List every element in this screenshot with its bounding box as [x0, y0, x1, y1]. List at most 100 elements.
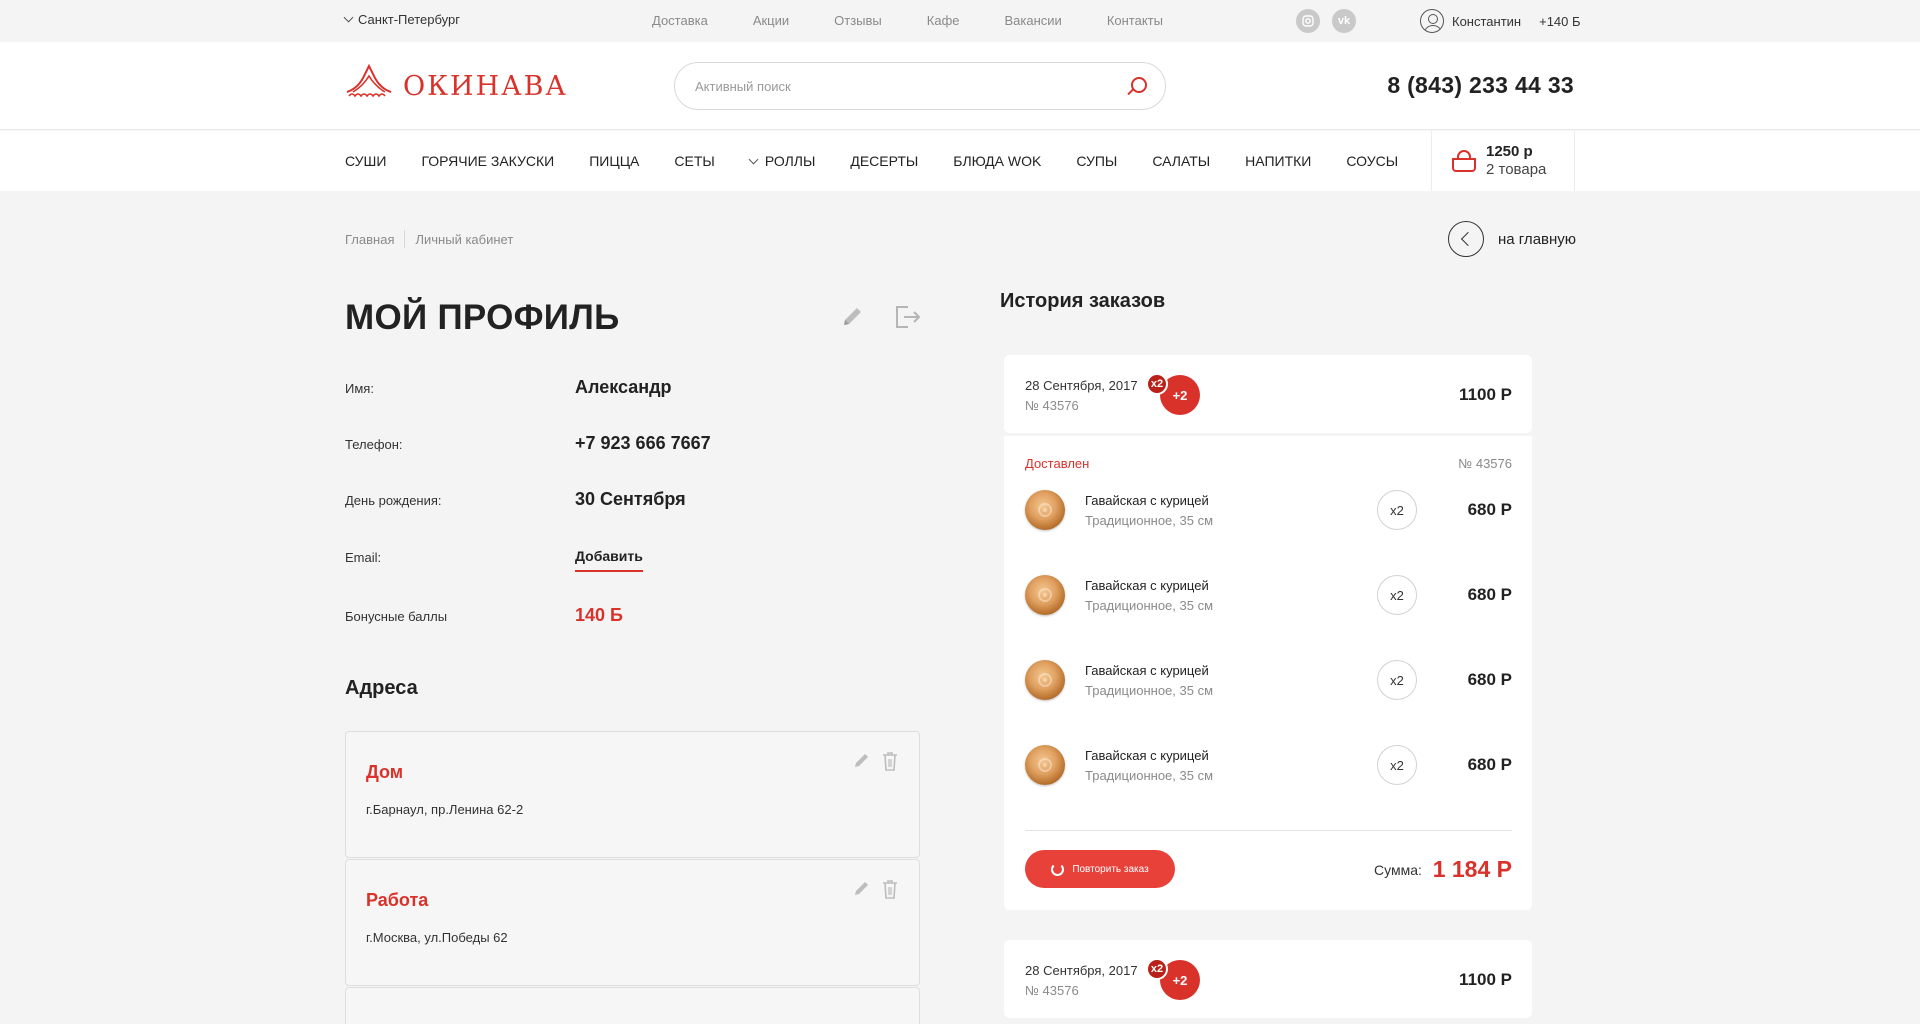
cart-count: 2 товара — [1486, 161, 1547, 178]
field-birthday-label: День рождения: — [345, 493, 442, 508]
repeat-order-label: Повторить заказ — [1072, 863, 1149, 875]
field-phone-label: Телефон: — [345, 437, 403, 452]
field-name-label: Имя: — [345, 381, 374, 396]
pizza-thumbnail — [1025, 490, 1065, 530]
basket-icon — [1452, 150, 1476, 172]
logout-icon[interactable] — [893, 303, 923, 331]
field-bonus-label: Бонусные баллы — [345, 609, 448, 624]
search-icon[interactable] — [1131, 77, 1147, 93]
category-salads[interactable]: САЛАТЫ — [1152, 153, 1210, 169]
category-pizza[interactable]: ПИЦЦА — [589, 153, 639, 169]
pencil-icon[interactable] — [852, 750, 872, 770]
category-drinks[interactable]: НАПИТКИ — [1245, 153, 1311, 169]
user-name: Константин — [1452, 13, 1522, 29]
item-description: Традиционное, 35 см — [1085, 683, 1214, 698]
order-status: Доставлен — [1025, 456, 1090, 471]
top-nav-promos[interactable]: Акции — [753, 13, 789, 28]
instagram-icon[interactable] — [1296, 9, 1320, 33]
repeat-order-button[interactable]: Повторить заказ — [1025, 850, 1175, 888]
field-birthday-value: 30 Сентября — [575, 489, 686, 509]
header: ОКИНАВА 8 (843) 233 44 33 — [0, 42, 1920, 130]
top-nav-contacts[interactable]: Контакты — [1107, 13, 1163, 28]
field-email: Email: Добавить — [345, 546, 945, 572]
address-card-partial — [345, 987, 920, 1024]
quantity-badge: x2 — [1146, 958, 1168, 980]
logo[interactable]: ОКИНАВА — [345, 62, 568, 102]
category-sushi[interactable]: СУШИ — [345, 153, 386, 169]
phone-number[interactable]: 8 (843) 233 44 33 — [1387, 72, 1574, 99]
item-description: Традиционное, 35 см — [1085, 768, 1214, 783]
cart-button[interactable]: 1250 р 2 товара — [1431, 131, 1575, 191]
address-card: Работа г.Москва, ул.Победы 62 — [345, 859, 920, 986]
order-date: 28 Сентября, 2017 — [1025, 378, 1138, 393]
item-name: Гавайская с курицей — [1085, 578, 1209, 593]
address-text: г.Москва, ул.Победы 62 — [366, 930, 508, 945]
add-email-link[interactable]: Добавить — [575, 548, 643, 572]
pagoda-logo-icon — [346, 63, 392, 98]
field-name: Имя: Александр — [345, 377, 945, 401]
user-menu[interactable]: Константин +140 Б — [1420, 9, 1581, 33]
pencil-icon[interactable] — [838, 303, 866, 331]
item-description: Традиционное, 35 см — [1085, 598, 1214, 613]
field-name-value: Александр — [575, 377, 672, 397]
order-header[interactable]: 28 Сентября, 2017 № 43576 +2 x2 1100 Р — [1004, 355, 1532, 433]
order-header[interactable]: 28 Сентября, 2017 № 43576 +2 x2 1100 Р — [1004, 940, 1532, 1018]
logo-text: ОКИНАВА — [403, 71, 568, 102]
trash-icon[interactable] — [880, 878, 900, 900]
user-icon — [1420, 9, 1444, 33]
order-item: Гавайская с курицей Традиционное, 35 см … — [1025, 488, 1512, 532]
order-details: Доставлен № 43576 Гавайская с курицей Тр… — [1004, 436, 1532, 910]
item-name: Гавайская с курицей — [1085, 493, 1209, 508]
order-date: 28 Сентября, 2017 — [1025, 963, 1138, 978]
category-hot-snacks[interactable]: ГОРЯЧИЕ ЗАКУСКИ — [421, 153, 554, 169]
address-name: Работа — [366, 890, 429, 910]
order-total: 1 184 Р — [1432, 856, 1512, 882]
city-selector[interactable]: Санкт-Петербург — [343, 12, 460, 27]
top-bar: Санкт-Петербург Доставка Акции Отзывы Ка… — [0, 0, 1920, 42]
chevron-down-icon — [343, 12, 354, 23]
vk-icon[interactable]: vk — [1332, 9, 1356, 33]
field-email-label: Email: — [345, 550, 382, 565]
field-birthday: День рождения: 30 Сентября — [345, 489, 945, 513]
search-input[interactable] — [695, 75, 1095, 97]
top-nav: Доставка Акции Отзывы Кафе Вакансии Конт… — [652, 13, 1208, 28]
category-sets[interactable]: СЕТЫ — [674, 153, 714, 169]
category-wok[interactable]: БЛЮДА WOK — [953, 153, 1041, 169]
search-box — [674, 62, 1166, 110]
category-rolls-label: РОЛЛЫ — [764, 153, 816, 169]
user-points: +140 Б — [1539, 13, 1581, 29]
top-nav-reviews[interactable]: Отзывы — [834, 13, 882, 28]
field-phone: Телефон: +7 923 666 7667 — [345, 433, 945, 457]
chevron-down-icon — [748, 154, 759, 164]
address-name: Дом — [366, 762, 404, 782]
breadcrumb-account: Личный кабинет — [415, 232, 514, 247]
category-rolls[interactable]: РОЛЛЫ — [748, 153, 816, 169]
item-price: 680 Р — [1467, 670, 1512, 689]
category-soups[interactable]: СУПЫ — [1076, 153, 1117, 169]
item-quantity: x2 — [1377, 660, 1417, 700]
top-nav-delivery[interactable]: Доставка — [652, 13, 708, 28]
cart-total: 1250 р — [1486, 143, 1533, 160]
pencil-icon[interactable] — [852, 878, 872, 898]
item-price: 680 Р — [1467, 585, 1512, 604]
top-nav-cafe[interactable]: Кафе — [927, 13, 960, 28]
item-price: 680 Р — [1467, 500, 1512, 519]
pizza-thumbnail — [1025, 575, 1065, 615]
breadcrumb-divider — [404, 230, 406, 248]
quantity-badge: x2 — [1146, 373, 1168, 395]
category-desserts[interactable]: ДЕСЕРТЫ — [850, 153, 918, 169]
social-links: vk — [1296, 9, 1356, 33]
item-quantity: x2 — [1377, 490, 1417, 530]
pizza-thumbnail — [1025, 745, 1065, 785]
back-home-link[interactable]: на главную — [1448, 221, 1576, 257]
breadcrumb-home[interactable]: Главная — [345, 232, 394, 248]
item-name: Гавайская с курицей — [1085, 748, 1209, 763]
order-item: Гавайская с курицей Традиционное, 35 см … — [1025, 573, 1512, 617]
field-bonus: Бонусные баллы 140 Б — [345, 605, 945, 629]
city-label: Санкт-Петербург — [358, 12, 460, 27]
category-sauces[interactable]: СОУСЫ — [1346, 153, 1398, 169]
order-item: Гавайская с курицей Традиционное, 35 см … — [1025, 743, 1512, 787]
trash-icon[interactable] — [880, 750, 900, 772]
top-nav-jobs[interactable]: Вакансии — [1005, 13, 1062, 28]
breadcrumb: Главная Личный кабинет — [345, 230, 514, 248]
